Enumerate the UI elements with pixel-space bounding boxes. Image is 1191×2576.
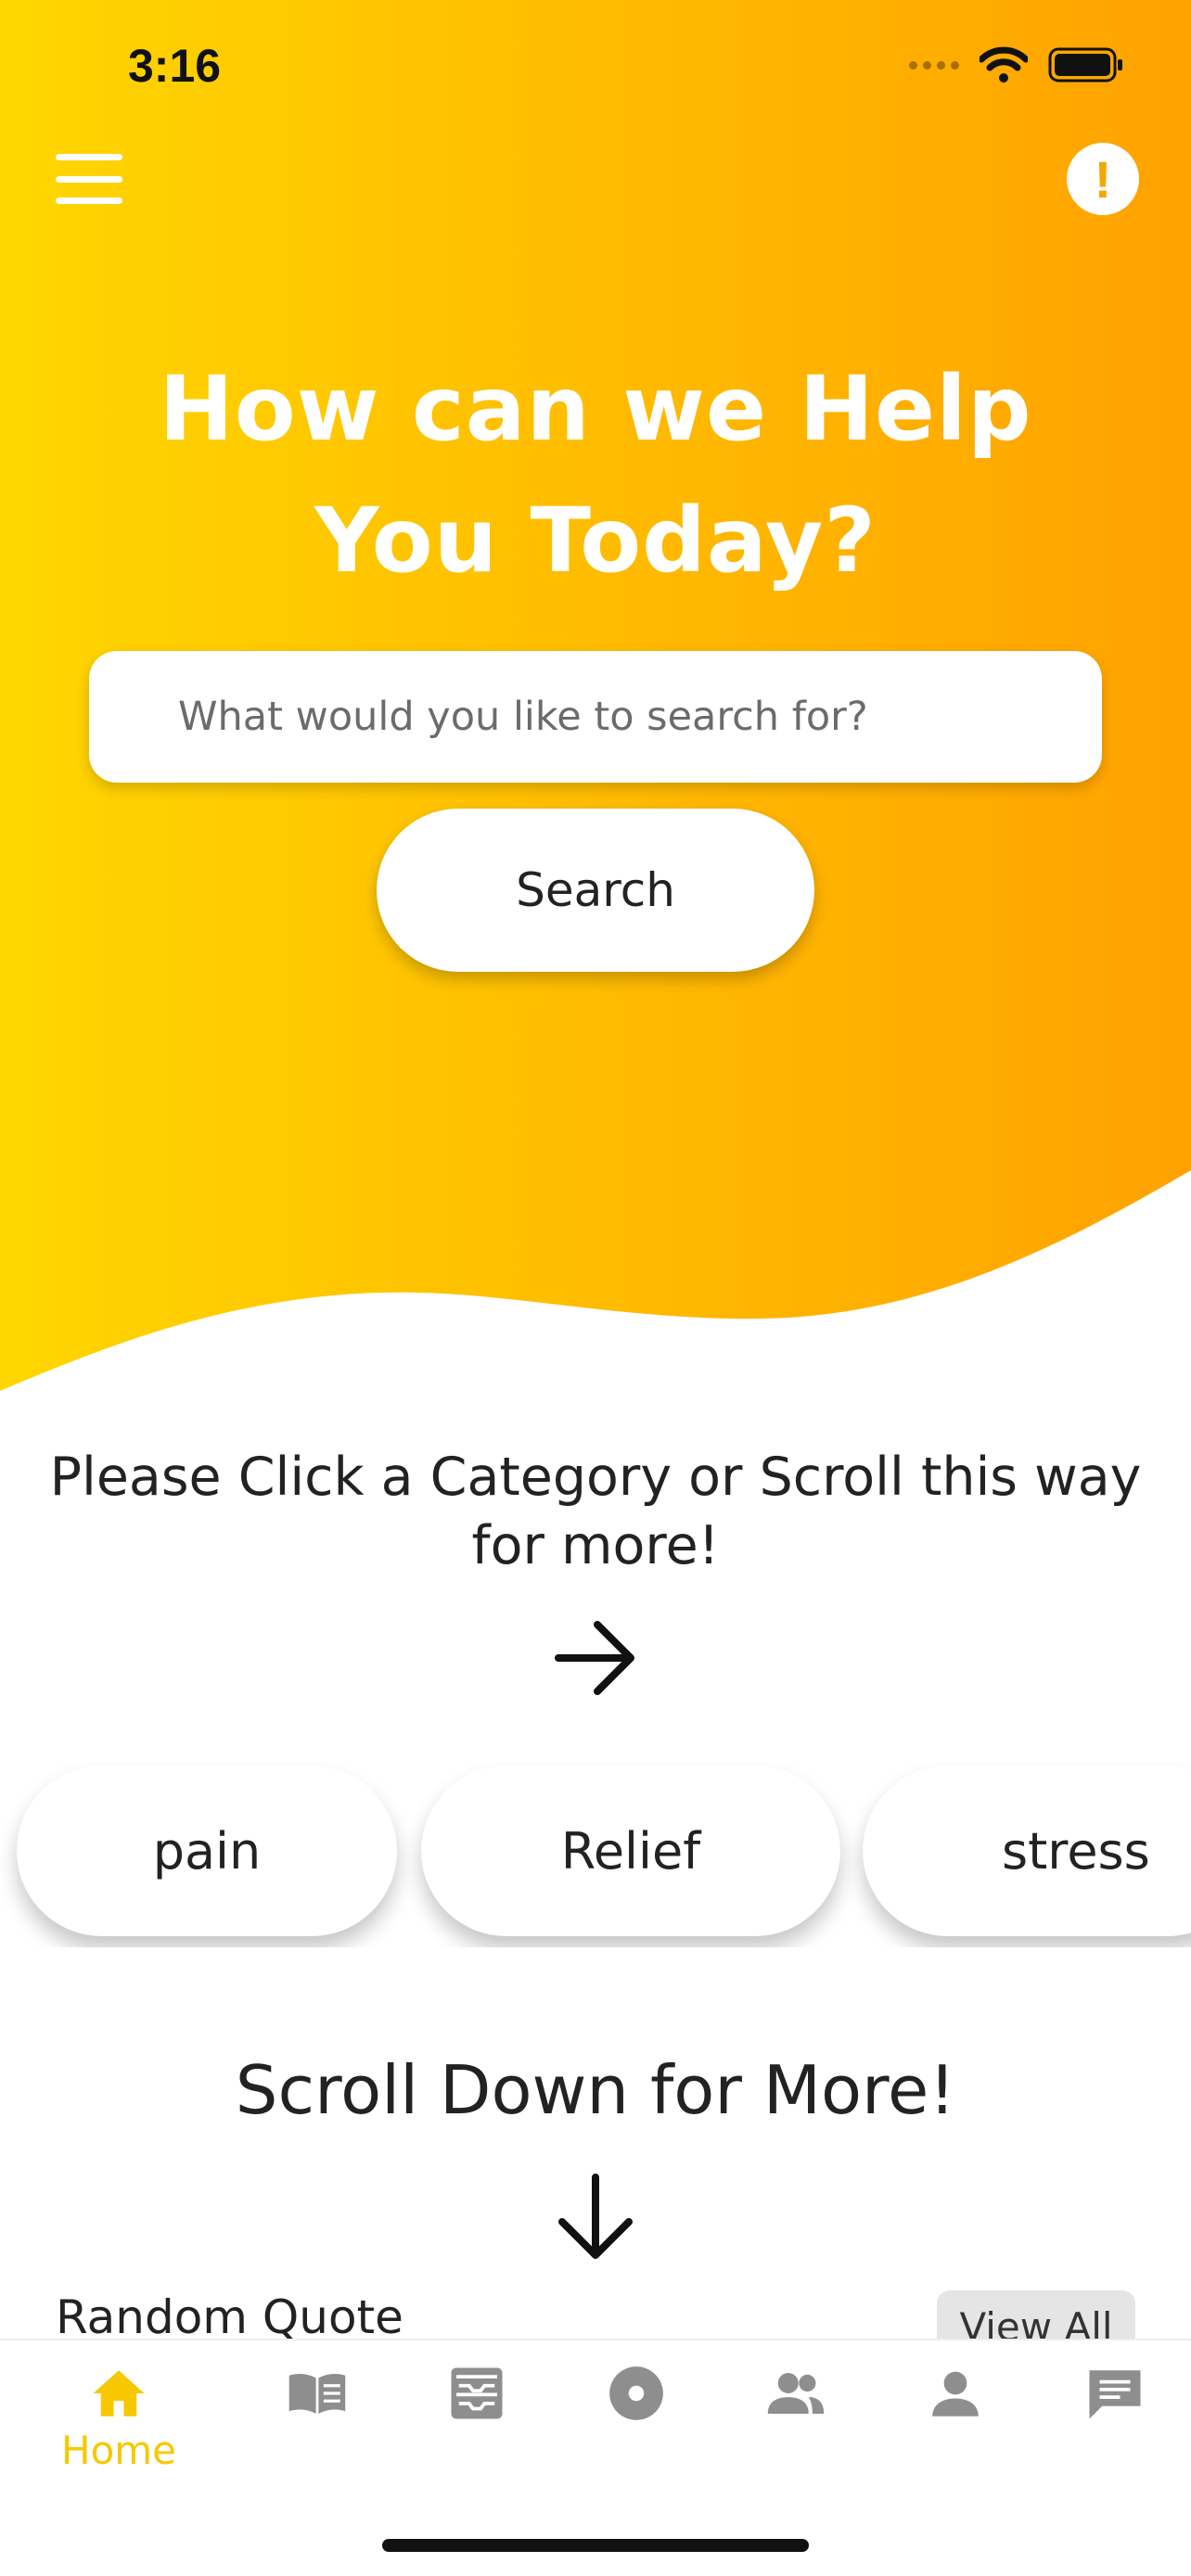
home-icon bbox=[93, 2370, 145, 2417]
chat-icon bbox=[1089, 2370, 1141, 2419]
inbox-icon bbox=[451, 2367, 503, 2419]
status-time: 3:16 bbox=[128, 40, 222, 92]
tab-articles[interactable] bbox=[252, 2363, 382, 2511]
category-heading: Please Click a Category or Scroll this w… bbox=[49, 1447, 1142, 1576]
tab-label-home: Home bbox=[60, 2428, 177, 2473]
tab-inbox[interactable] bbox=[412, 2363, 542, 2511]
category-row: pain Relief stress bbox=[0, 1762, 1191, 1947]
tab-home[interactable]: Home bbox=[54, 2363, 184, 2511]
search-button[interactable]: Search bbox=[377, 809, 814, 972]
cellular-signal-icon bbox=[909, 60, 959, 70]
category-chip-stress[interactable]: stress bbox=[863, 1766, 1191, 1936]
people-icon bbox=[767, 2373, 825, 2414]
scroll-hint: Scroll Down for More! bbox=[235, 2051, 956, 2129]
tab-profile[interactable] bbox=[890, 2363, 1020, 2511]
tab-community[interactable] bbox=[731, 2363, 861, 2511]
tab-media[interactable] bbox=[571, 2363, 701, 2511]
category-chip-relief[interactable]: Relief bbox=[421, 1766, 840, 1936]
info-icon[interactable]: ! bbox=[1067, 143, 1139, 215]
status-indicators bbox=[909, 46, 1124, 83]
search-input[interactable] bbox=[89, 651, 1102, 783]
disc-icon bbox=[609, 2366, 663, 2420]
home-indicator bbox=[382, 2539, 809, 2552]
category-chip-pain[interactable]: pain bbox=[17, 1766, 397, 1936]
battery-icon bbox=[1048, 47, 1122, 83]
book-icon bbox=[288, 2373, 346, 2414]
random-quote-title: Random Quote bbox=[56, 2290, 403, 2344]
arrow-right-icon bbox=[555, 1621, 634, 1695]
wifi-icon bbox=[980, 46, 1028, 83]
tab-messages[interactable] bbox=[1050, 2363, 1180, 2511]
hamburger-menu-icon[interactable] bbox=[56, 154, 122, 204]
arrow-down-icon bbox=[558, 2174, 633, 2259]
person-icon bbox=[932, 2371, 979, 2417]
hero-title: How can we Help You Today? bbox=[159, 357, 1032, 593]
